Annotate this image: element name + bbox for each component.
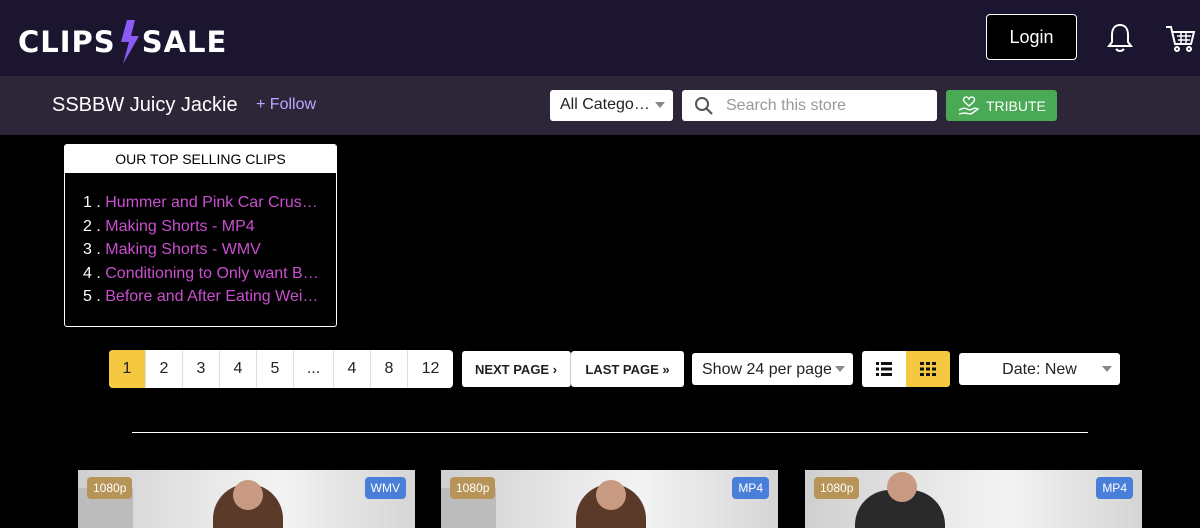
list-item[interactable]: 4 . Conditioning to Only want B… <box>83 265 323 289</box>
bell-icon[interactable] <box>1105 22 1135 54</box>
chevron-down-icon <box>835 366 845 372</box>
page-ellipsis[interactable]: ... <box>294 350 334 388</box>
next-page-button[interactable]: NEXT PAGE › <box>462 351 571 387</box>
list-item[interactable]: 5 . Before and After Eating Wei… <box>83 288 323 312</box>
search-input[interactable] <box>726 93 926 118</box>
list-item[interactable]: 3 . Making Shorts - WMV <box>83 241 323 265</box>
grid-view-icon <box>920 362 936 376</box>
thumbnail-face <box>887 472 917 502</box>
clip-link[interactable]: Before and After Eating Wei… <box>105 288 318 305</box>
rank-number: 2 . <box>83 217 101 235</box>
page-button-1[interactable]: 1 <box>109 350 146 388</box>
category-select[interactable]: All Catego… <box>550 90 673 121</box>
format-badge: MP4 <box>732 477 769 499</box>
page-button-5[interactable]: 5 <box>257 350 294 388</box>
clip-card[interactable]: 1080p MP4 <box>441 470 778 528</box>
page-button-4[interactable]: 4 <box>220 350 257 388</box>
per-page-select[interactable]: Show 24 per page <box>692 353 853 385</box>
tribute-label: TRIBUTE <box>986 97 1046 114</box>
page-button-12[interactable]: 12 <box>408 350 453 388</box>
rank-number: 3 . <box>83 241 101 258</box>
clip-link[interactable]: Hummer and Pink Car Crus… <box>105 194 318 211</box>
list-item[interactable]: 1 . Hummer and Pink Car Crus… <box>83 194 323 218</box>
thumbnail-face <box>596 480 626 510</box>
search-icon <box>695 97 713 115</box>
login-button[interactable]: Login <box>986 14 1077 60</box>
rank-number: 5 . <box>83 288 101 305</box>
view-toggle <box>862 351 950 387</box>
chevron-down-icon <box>1102 366 1112 372</box>
list-view-icon <box>876 362 892 376</box>
rank-number: 4 . <box>83 264 101 282</box>
page-button-8[interactable]: 8 <box>371 350 408 388</box>
page-button-3[interactable]: 3 <box>183 350 220 388</box>
last-page-button[interactable]: LAST PAGE » <box>571 351 684 387</box>
format-badge: WMV <box>364 477 406 499</box>
top-selling-panel: OUR TOP SELLING CLIPS 1 . Hummer and Pin… <box>64 144 337 327</box>
follow-button[interactable]: + Follow <box>256 96 316 114</box>
logo-text-left: CLIPS <box>18 25 116 59</box>
clip-link[interactable]: Conditioning to Only want B… <box>105 265 318 282</box>
clip-card[interactable]: 1080p MP4 <box>805 470 1142 528</box>
tribute-button[interactable]: TRIBUTE <box>946 90 1057 121</box>
category-select-value: All Catego… <box>560 96 650 113</box>
chevron-down-icon <box>655 102 665 108</box>
top-selling-list: 1 . Hummer and Pink Car Crus… 2 . Making… <box>65 173 336 312</box>
section-divider <box>132 432 1088 433</box>
page-button-4b[interactable]: 4 <box>334 350 371 388</box>
store-search[interactable] <box>682 90 937 121</box>
clip-link[interactable]: Making Shorts - WMV <box>105 241 261 258</box>
store-name: SSBBW Juicy Jackie <box>52 94 238 116</box>
resolution-badge: 1080p <box>814 477 860 499</box>
cart-icon[interactable] <box>1164 22 1196 54</box>
heart-hand-icon <box>958 95 980 115</box>
logo-text-right: SALE <box>141 25 228 59</box>
pagination: 1 2 3 4 5 ... 4 8 12 <box>109 350 453 388</box>
lightning-bolt-icon <box>120 20 139 64</box>
format-badge: MP4 <box>1096 477 1133 499</box>
page-button-2[interactable]: 2 <box>146 350 183 388</box>
top-selling-title: OUR TOP SELLING CLIPS <box>65 145 336 173</box>
rank-number: 1 . <box>83 194 101 211</box>
list-view-button[interactable] <box>862 351 906 387</box>
per-page-value: Show 24 per page <box>702 361 832 378</box>
list-item[interactable]: 2 . Making Shorts - MP4 <box>83 218 323 242</box>
page-nav-buttons: NEXT PAGE › LAST PAGE » <box>462 351 684 387</box>
sort-value: Date: New <box>1002 361 1077 378</box>
thumbnail-face <box>233 480 263 510</box>
clip-link[interactable]: Making Shorts - MP4 <box>105 218 254 235</box>
site-logo[interactable]: CLIPS SALE <box>18 20 227 64</box>
grid-view-button[interactable] <box>906 351 950 387</box>
resolution-badge: 1080p <box>450 477 496 499</box>
clip-card[interactable]: 1080p WMV <box>78 470 415 528</box>
resolution-badge: 1080p <box>87 477 133 499</box>
sort-select[interactable]: Date: New <box>959 353 1120 385</box>
